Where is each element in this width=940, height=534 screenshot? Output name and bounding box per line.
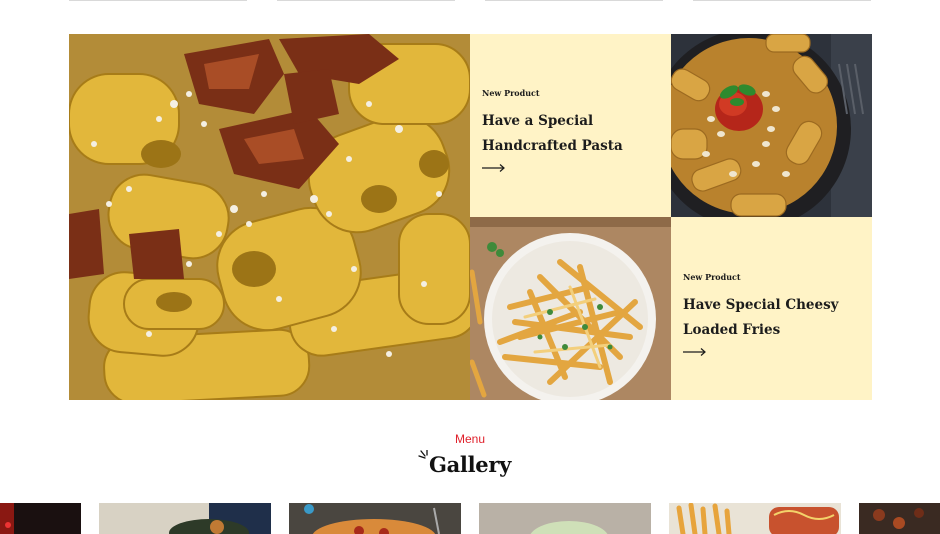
promo-eyebrow: New Product (683, 272, 741, 282)
promo-grid: New Product Have a Special Handcrafted P… (69, 34, 872, 400)
section-kicker: Menu (454, 432, 486, 446)
gallery-image[interactable] (669, 503, 841, 534)
fries-plate-image[interactable] (470, 217, 671, 400)
promo-eyebrow: New Product (482, 88, 540, 98)
promo-title[interactable]: Have a Special Handcrafted Pasta (482, 109, 667, 159)
promo-title[interactable]: Have Special Cheesy Loaded Fries (683, 293, 868, 343)
pasta-hero-image[interactable] (69, 34, 470, 400)
gallery-image[interactable] (479, 503, 651, 534)
promo-card-fries[interactable]: New Product Have Special Cheesy Loaded F… (671, 217, 872, 400)
gallery-image[interactable] (859, 503, 940, 534)
gallery-strip (0, 503, 940, 534)
arrow-right-icon[interactable] (683, 347, 707, 357)
gallery-header: Menu Gallery (0, 432, 940, 477)
arrow-right-icon[interactable] (482, 163, 506, 173)
top-dividers (0, 0, 940, 2)
gallery-image[interactable] (289, 503, 461, 534)
promo-card-pasta[interactable]: New Product Have a Special Handcrafted P… (470, 34, 671, 217)
pasta-bowl-image[interactable] (671, 34, 872, 217)
section-title: Gallery (428, 452, 512, 477)
gallery-image[interactable] (0, 503, 81, 534)
gallery-image[interactable] (99, 503, 271, 534)
sparkle-decoration-icon (418, 450, 428, 459)
